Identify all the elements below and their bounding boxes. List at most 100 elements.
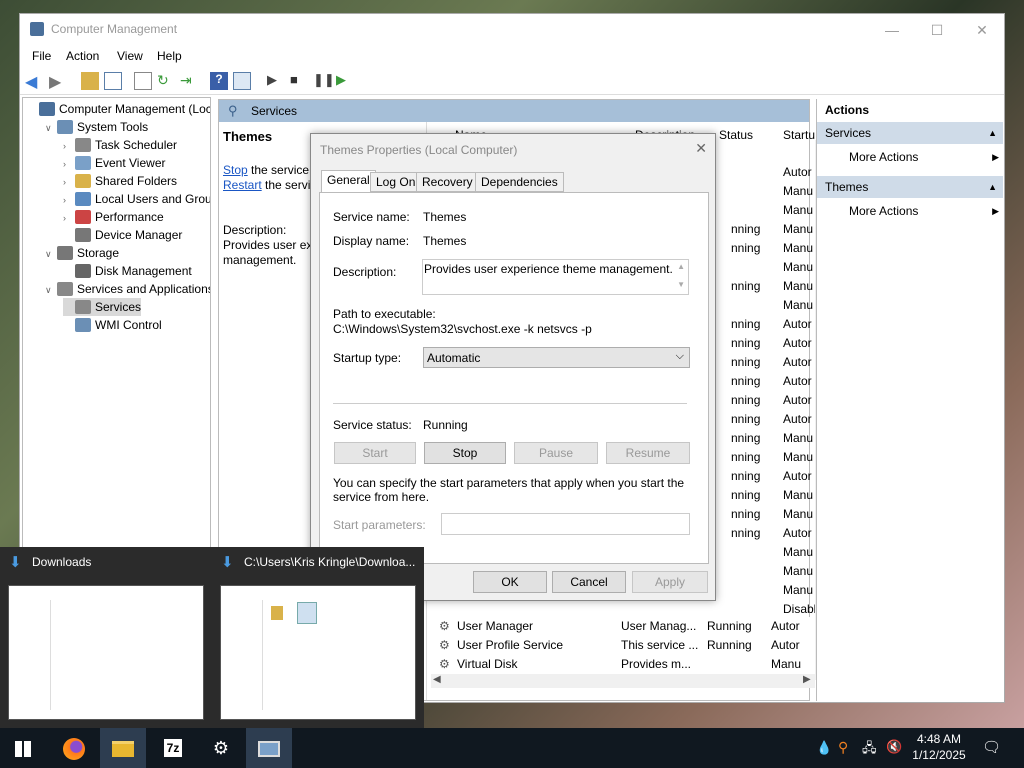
export-list-icon[interactable] (134, 72, 152, 90)
tree-item[interactable]: Device Manager (63, 226, 182, 244)
tree-item[interactable]: › Local Users and Groups (63, 190, 210, 209)
expand-chevron-icon[interactable]: ∨ (45, 281, 57, 299)
tray-search-icon[interactable]: ⚲ (838, 739, 848, 756)
table-row[interactable]: ⚙ User Profile Service This service ... Run… (431, 636, 815, 655)
submenu-arrow-icon: ▶ (992, 206, 999, 216)
expand-chevron-icon[interactable]: ∨ (45, 119, 57, 137)
startup-cell: Manu (783, 203, 814, 217)
stop-button[interactable]: Stop (424, 442, 506, 464)
forward-arrow-icon[interactable]: ▶ (49, 72, 67, 91)
table-row[interactable]: ⚙ Virtual Disk Provides m... Manu (431, 655, 815, 674)
up-folder-icon[interactable] (81, 72, 99, 90)
tab-dependencies[interactable]: Dependencies (475, 172, 564, 192)
startup-cell: Autor (783, 165, 812, 179)
actions-group-themes[interactable]: Themes ▲ (817, 176, 1003, 198)
menu-file[interactable]: File (32, 49, 51, 63)
system-clock[interactable]: 4:48 AM 1/12/2025 (908, 731, 970, 763)
tab-general[interactable]: General (321, 170, 376, 193)
notifications-icon[interactable]: 🗨 (982, 738, 1001, 756)
table-row[interactable]: ⚙ User Manager User Manag... Running Autor (431, 617, 815, 636)
restart-service-icon[interactable]: ▶ (336, 72, 354, 90)
back-arrow-icon[interactable]: ◀ (25, 72, 43, 91)
horizontal-scrollbar[interactable] (431, 674, 815, 688)
restart-service-link[interactable]: Restart (223, 178, 262, 192)
file-explorer-taskbar-icon[interactable] (100, 728, 146, 768)
dialog-close-icon[interactable]: ✕ (695, 140, 707, 157)
tree-item[interactable]: ∨ Services and Applications (45, 280, 210, 299)
scroll-down-icon[interactable]: ▼ (677, 280, 685, 289)
more-actions-themes[interactable]: More Actions ▶ (849, 202, 999, 220)
tree-item[interactable]: ∨ Storage (45, 244, 119, 262)
tray-volume-muted-icon[interactable]: 🔇 (886, 739, 902, 755)
pause-button[interactable]: Pause (514, 442, 598, 464)
collapse-icon[interactable]: ▲ (988, 122, 997, 144)
start-service-icon[interactable]: ▶ (267, 72, 285, 90)
startup-type-select[interactable]: Automatic ⌵ (423, 347, 690, 368)
actions-group-services[interactable]: Services ▲ (817, 122, 1003, 144)
refresh-icon[interactable]: ↻ (157, 72, 175, 90)
maximize-button[interactable]: ☐ (915, 18, 959, 42)
tree-item-label: Performance (95, 210, 164, 224)
menu-help[interactable]: Help (157, 49, 182, 63)
tab-log-on[interactable]: Log On (370, 172, 422, 192)
collapse-icon[interactable]: ▲ (988, 176, 997, 198)
tree-item[interactable]: Services (63, 298, 142, 316)
expand-chevron-icon[interactable]: › (63, 155, 75, 173)
column-header-status[interactable]: Status (719, 128, 753, 142)
column-header-startup[interactable]: Startu (783, 128, 815, 142)
properties-icon[interactable] (233, 72, 251, 90)
startup-type-label: Startup type: (333, 351, 402, 365)
menu-action[interactable]: Action (66, 49, 99, 63)
start-params-input[interactable] (441, 513, 690, 535)
title-bar[interactable]: Computer Management — ☐ ✕ (20, 14, 1004, 44)
7zip-taskbar-icon[interactable]: 7z (150, 728, 196, 768)
resume-button[interactable]: Resume (606, 442, 690, 464)
start-button[interactable] (0, 728, 46, 768)
more-actions-services[interactable]: More Actions ▶ (849, 148, 999, 166)
scroll-right-icon[interactable]: ▶ (803, 674, 811, 685)
stop-service-icon[interactable]: ■ (290, 72, 308, 90)
tree-item[interactable]: Disk Management (63, 262, 192, 280)
start-button[interactable]: Start (334, 442, 416, 464)
description-box[interactable]: Provides user experience theme managemen… (422, 259, 689, 295)
tray-network-drop-icon[interactable]: 💧 (816, 740, 832, 756)
expand-chevron-icon[interactable]: › (63, 209, 75, 227)
tree-item[interactable]: › Shared Folders (63, 172, 177, 190)
expand-chevron-icon[interactable]: › (63, 191, 75, 209)
expand-chevron-icon[interactable]: › (63, 173, 75, 191)
thumbnail-folder[interactable] (220, 585, 416, 720)
tree-item[interactable]: Computer Management (Local (27, 100, 210, 118)
tree-item[interactable]: › Performance (63, 208, 164, 226)
tray-network-icon[interactable]: 🖧 (862, 739, 877, 761)
computer-management-taskbar-icon[interactable] (246, 728, 292, 768)
cancel-button[interactable]: Cancel (552, 571, 626, 593)
scroll-up-icon[interactable]: ▲ (677, 262, 685, 271)
pause-service-icon[interactable]: ❚❚ (313, 72, 335, 90)
scroll-left-icon[interactable]: ◀ (433, 674, 441, 685)
services-header: ⚲ Services (219, 100, 809, 122)
show-hide-tree-icon[interactable] (104, 72, 122, 90)
selected-service-name: Themes (223, 129, 273, 144)
tree-item[interactable]: ∨ System Tools (45, 118, 148, 136)
firefox-taskbar-icon[interactable] (51, 728, 97, 768)
menu-view[interactable]: View (117, 49, 143, 63)
expand-chevron-icon[interactable]: ∨ (45, 245, 57, 263)
tree-item[interactable]: › Event Viewer (63, 154, 165, 172)
tab-recovery[interactable]: Recovery (416, 172, 479, 192)
close-button[interactable]: ✕ (960, 18, 1004, 42)
export-icon[interactable]: ⇥ (180, 72, 198, 90)
stop-service-link[interactable]: Stop (223, 163, 248, 177)
help-icon[interactable]: ? (210, 72, 228, 90)
ok-button[interactable]: OK (473, 571, 547, 593)
tree-item[interactable]: WMI Control (63, 316, 162, 334)
minimize-button[interactable]: — (870, 18, 914, 42)
settings-taskbar-icon[interactable]: ⚙ (198, 728, 244, 768)
apply-button[interactable]: Apply (632, 571, 708, 593)
tree-item[interactable]: › Task Scheduler (63, 136, 177, 154)
startup-cell: Manu (783, 241, 814, 255)
startup-cell: Autor (783, 469, 812, 483)
thumbnail-downloads[interactable] (8, 585, 204, 720)
expand-chevron-icon[interactable]: › (63, 137, 75, 155)
toolbar: ◀ ▶ ↻ ⇥ ? ▶ ■ ❚❚ ▶ (20, 69, 1004, 95)
separator (333, 403, 687, 404)
